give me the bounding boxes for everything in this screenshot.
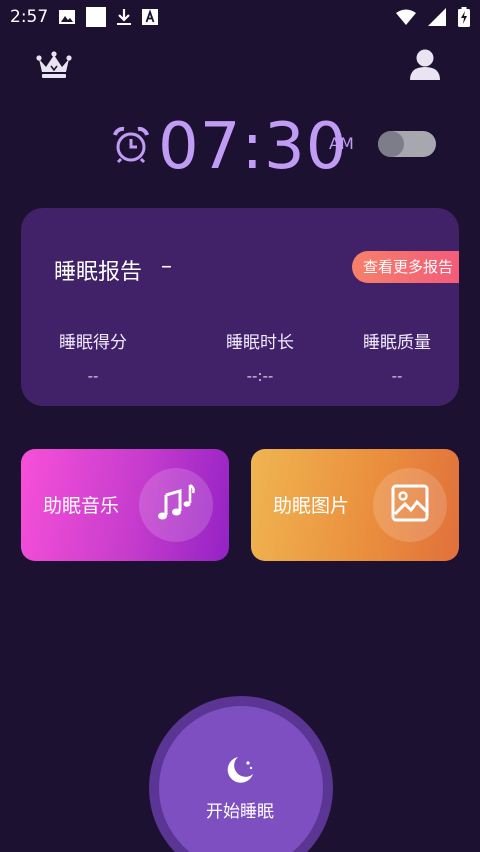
more-reports-button[interactable]: 查看更多报告 — [352, 251, 459, 283]
music-notes-icon — [154, 481, 198, 529]
download-icon — [116, 8, 132, 26]
alarm-toggle[interactable] — [378, 131, 436, 157]
metric-label: 睡眠时长 — [226, 333, 294, 353]
metric-value: -- — [87, 367, 99, 385]
square-icon — [86, 7, 107, 27]
metric-value: -- — [391, 367, 403, 385]
metric-label: 睡眠得分 — [59, 333, 127, 353]
start-label-row: 开始睡眠 — [0, 797, 480, 822]
metric-sleep-score: 睡眠得分 -- — [55, 328, 131, 385]
alarm-clock-icon — [112, 126, 150, 168]
wifi-icon — [396, 9, 416, 25]
metric-sleep-quality: 睡眠质量 -- — [357, 328, 437, 385]
font-a-icon — [142, 9, 159, 25]
toggle-knob — [378, 131, 404, 157]
tile-label: 助眠图片 — [273, 495, 350, 517]
image-icon — [58, 9, 76, 25]
signal-icon — [428, 8, 446, 26]
metric-sleep-duration: 睡眠时长 --:-- — [220, 328, 300, 385]
metric-label: 睡眠质量 — [363, 333, 431, 353]
alarm-ampm: AM — [329, 134, 354, 153]
tile-icon-circle — [373, 468, 447, 542]
crown-icon[interactable] — [36, 50, 72, 84]
status-bar: 2:57 — [0, 0, 480, 34]
status-right — [384, 7, 470, 27]
alarm-row: 07:30 AM — [0, 112, 480, 182]
sleep-music-tile[interactable]: 助眠音乐 — [21, 449, 229, 561]
start-sleep-label: 开始睡眠 — [206, 802, 274, 822]
tile-icon-circle — [139, 468, 213, 542]
report-dash: – — [161, 254, 172, 279]
profile-icon[interactable] — [408, 48, 442, 86]
status-time: 2:57 — [10, 7, 49, 27]
tile-label: 助眠音乐 — [43, 495, 120, 517]
report-title: 睡眠报告 — [54, 260, 143, 285]
moon-icon — [224, 754, 256, 790]
alarm-time[interactable]: 07:30 — [158, 112, 347, 182]
battery-charging-icon — [458, 7, 470, 27]
sleep-report-card: 睡眠报告 – 查看更多报告 睡眠得分 -- 睡眠时长 --:-- 睡眠质量 -- — [21, 208, 459, 406]
metric-value: --:-- — [246, 367, 274, 385]
sleep-picture-tile[interactable]: 助眠图片 — [251, 449, 459, 561]
image-icon — [391, 484, 429, 526]
